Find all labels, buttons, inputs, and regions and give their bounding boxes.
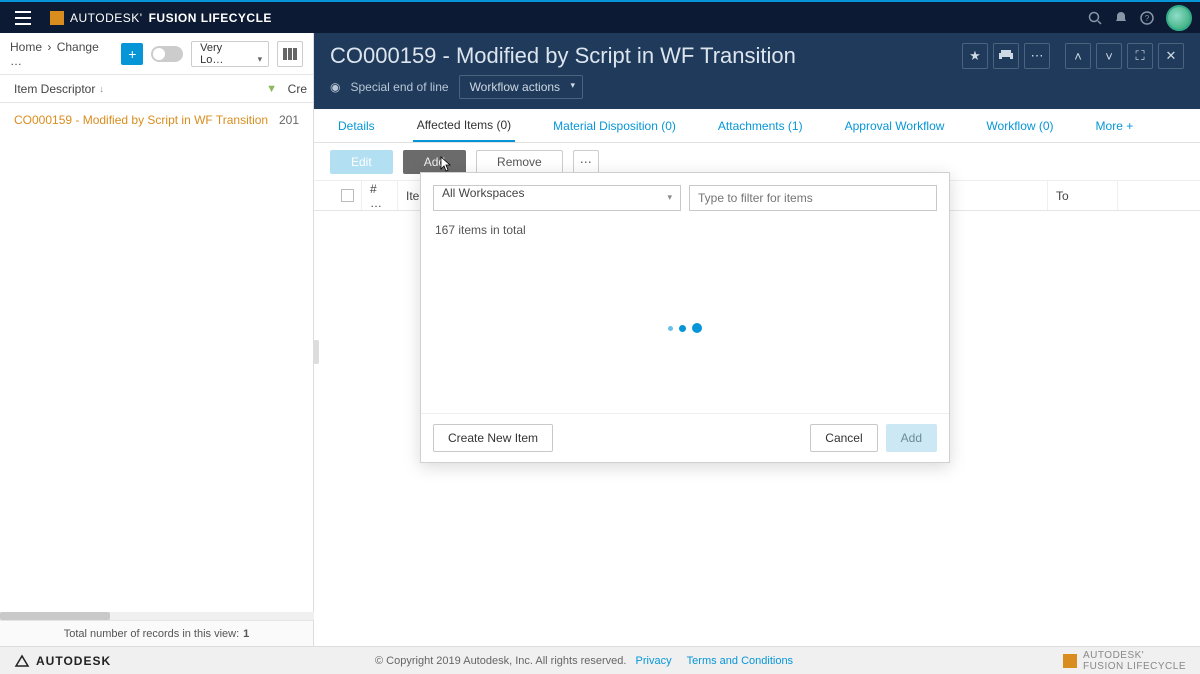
close-icon[interactable]: ✕ — [1158, 43, 1184, 69]
add-button[interactable]: Add — [403, 150, 466, 174]
filter-icon[interactable]: ▼ — [266, 83, 277, 95]
col-cre[interactable]: Cre — [288, 82, 307, 96]
chevron-up-icon[interactable]: ˄ — [1065, 43, 1091, 69]
list-item-yr: 201 — [279, 113, 299, 127]
footer-logo-text: AUTODESK — [36, 654, 111, 668]
list-item[interactable]: CO000159 - Modified by Script in WF Tran… — [0, 103, 313, 137]
brand: AUTODESK' FUSION LIFECYCLE — [50, 11, 272, 25]
loading-dot-icon — [679, 325, 686, 332]
crumb-sep: › — [47, 40, 51, 54]
pin-icon: ◉ — [330, 80, 340, 94]
col-descriptor[interactable]: Item Descriptor — [14, 82, 95, 96]
search-icon[interactable] — [1082, 11, 1108, 25]
th-checkbox[interactable] — [334, 181, 362, 210]
loading-indicator — [421, 243, 949, 413]
logo-icon — [50, 11, 64, 25]
left-toolbar: Home › Change … + Very Lo… — [0, 33, 313, 75]
tabs: Details Affected Items (0) Material Disp… — [314, 109, 1200, 143]
workspace-select-label: All Workspaces — [442, 186, 524, 200]
help-icon[interactable]: ? — [1134, 11, 1160, 25]
avatar[interactable] — [1166, 5, 1192, 31]
svg-text:?: ? — [1145, 14, 1150, 23]
tab-details[interactable]: Details — [334, 109, 379, 142]
expand-icon[interactable]: ⛶ — [1127, 43, 1153, 69]
edit-button[interactable]: Edit — [330, 150, 393, 174]
left-footer-count: 1 — [243, 628, 249, 640]
th-to[interactable]: To — [1048, 181, 1118, 210]
main-header: CO000159 - Modified by Script in WF Tran… — [314, 33, 1200, 109]
left-panel: Home › Change … + Very Lo… Item Descript… — [0, 33, 314, 646]
footer-brand: AUTODESK' FUSION LIFECYCLE — [1063, 650, 1186, 672]
scroll-thumb[interactable] — [0, 612, 110, 620]
footer-logo-icon — [1063, 654, 1077, 668]
privacy-link[interactable]: Privacy — [636, 655, 672, 667]
add-items-dialog: All Workspaces 167 items in total Create… — [420, 172, 950, 463]
tab-affected-items[interactable]: Affected Items (0) — [413, 109, 515, 142]
footer-brand-prefix: AUTODESK' — [1083, 650, 1186, 661]
view-select[interactable]: Very Lo… — [191, 41, 269, 67]
page-title: CO000159 - Modified by Script in WF Tran… — [330, 43, 957, 69]
sort-down-icon[interactable]: ↓ — [99, 84, 104, 94]
create-new-item-button[interactable]: Create New Item — [433, 424, 553, 452]
left-list-header: Item Descriptor ↓ ▼ Cre — [0, 75, 313, 103]
loading-dot-icon — [692, 323, 702, 333]
footer-brand-name: FUSION LIFECYCLE — [1083, 661, 1186, 672]
view-toggle[interactable] — [151, 46, 183, 62]
top-bar: AUTODESK' FUSION LIFECYCLE ? — [0, 0, 1200, 33]
items-count-text: 167 items in total — [421, 223, 949, 243]
workspace-select[interactable]: All Workspaces — [433, 185, 681, 211]
status-text: Special end of line — [350, 80, 448, 94]
view-select-label: Very Lo… — [200, 42, 223, 66]
columns-icon[interactable] — [277, 41, 303, 67]
list-item-desc: CO000159 - Modified by Script in WF Tran… — [14, 113, 279, 127]
breadcrumb[interactable]: Home › Change … — [10, 40, 113, 68]
menu-icon[interactable] — [8, 11, 38, 25]
left-footer-text: Total number of records in this view: — [64, 628, 239, 640]
workflow-actions-button[interactable]: Workflow actions — [459, 75, 583, 99]
left-list: CO000159 - Modified by Script in WF Tran… — [0, 103, 313, 620]
cancel-button[interactable]: Cancel — [810, 424, 877, 452]
remove-button[interactable]: Remove — [476, 150, 563, 174]
loading-dot-icon — [668, 326, 673, 331]
footer-copy: © Copyright 2019 Autodesk, Inc. All righ… — [375, 655, 626, 667]
add-item-button[interactable]: + — [121, 43, 143, 65]
left-footer: Total number of records in this view: 1 — [0, 620, 313, 646]
print-icon[interactable] — [993, 43, 1019, 69]
tab-more[interactable]: More + — [1092, 109, 1138, 142]
more-actions-icon[interactable]: ⋯ — [1024, 43, 1050, 69]
footer-logo: AUTODESK — [14, 654, 111, 668]
brand-name: FUSION LIFECYCLE — [149, 11, 272, 25]
crumb-home[interactable]: Home — [10, 40, 42, 54]
tab-approval-workflow[interactable]: Approval Workflow — [841, 109, 949, 142]
more-button[interactable]: ⋯ — [573, 150, 599, 174]
tab-material-disposition[interactable]: Material Disposition (0) — [549, 109, 680, 142]
brand-prefix: AUTODESK' — [70, 11, 143, 25]
bell-icon[interactable] — [1108, 11, 1134, 25]
chevron-down-icon[interactable]: ˅ — [1096, 43, 1122, 69]
splitter-handle[interactable] — [313, 340, 319, 364]
filter-input[interactable] — [689, 185, 937, 211]
terms-link[interactable]: Terms and Conditions — [687, 655, 793, 667]
dialog-add-button[interactable]: Add — [886, 424, 937, 452]
tab-workflow[interactable]: Workflow (0) — [982, 109, 1057, 142]
page-footer: AUTODESK © Copyright 2019 Autodesk, Inc.… — [0, 646, 1200, 674]
favorite-icon[interactable]: ★ — [962, 43, 988, 69]
h-scrollbar[interactable] — [0, 612, 314, 620]
tab-attachments[interactable]: Attachments (1) — [714, 109, 807, 142]
wf-actions-label: Workflow actions — [470, 80, 560, 94]
th-number[interactable]: # … — [362, 181, 398, 210]
